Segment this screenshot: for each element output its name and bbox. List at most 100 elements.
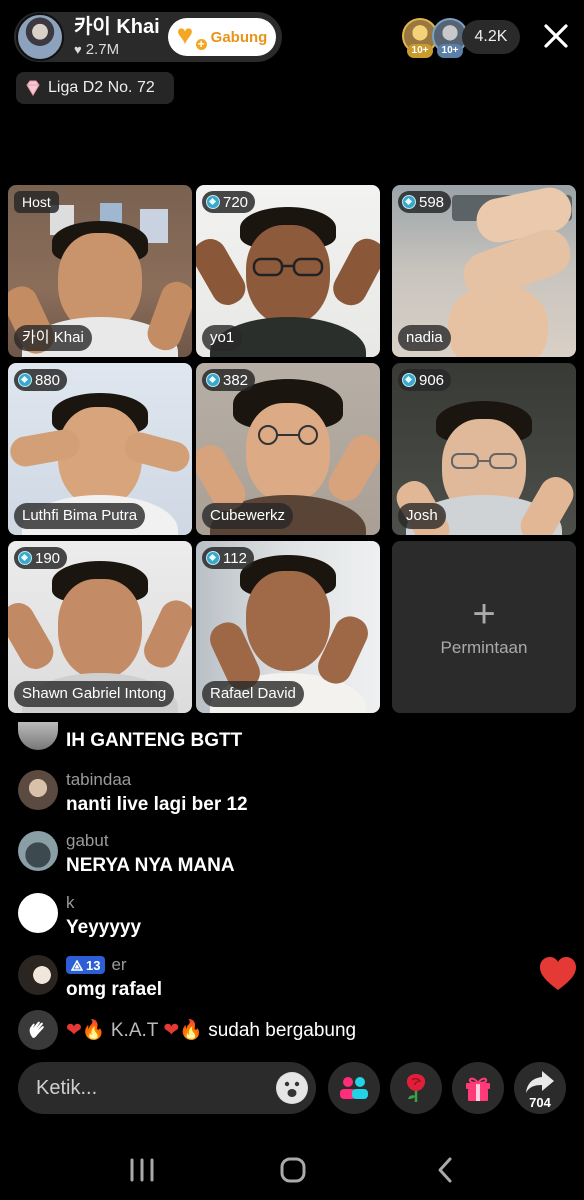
glasses	[252, 257, 324, 277]
tile-name: Cubewerkz	[202, 503, 294, 529]
comment-text: IH GANTENG BGTT	[66, 730, 243, 751]
top-viewers[interactable]: 10+ 10+ 4.2K	[400, 18, 524, 58]
gift-button[interactable]	[452, 1062, 504, 1114]
viewer-count[interactable]: 4.2K	[462, 20, 520, 54]
comment-avatar[interactable]	[18, 831, 58, 871]
gift-count: 598	[419, 193, 445, 211]
guests-button[interactable]	[328, 1062, 380, 1114]
comment-text: nanti live lagi ber 12	[66, 794, 248, 815]
gift-count: 906	[419, 371, 445, 389]
video-tile-guest[interactable]: 382 Cubewerkz	[196, 363, 380, 535]
comment-avatar[interactable]	[18, 893, 58, 933]
league-badge[interactable]: Liga D2 No. 72	[16, 72, 174, 104]
join-message: ❤🔥 K.A.T ❤🔥 sudah bergabung	[66, 1018, 356, 1042]
gem-icon	[206, 195, 220, 209]
people-icon	[340, 1077, 368, 1099]
close-icon[interactable]	[540, 20, 572, 52]
comment-item[interactable]: tabindaa nanti live lagi ber 12	[18, 770, 248, 816]
plus-icon: +	[472, 592, 496, 636]
tile-name: Luthfi Bima Putra	[14, 503, 146, 529]
system-navigation-bar	[0, 1140, 584, 1200]
host-label: Host	[14, 191, 59, 213]
gem-icon	[18, 373, 32, 387]
gift-count: 112	[223, 549, 247, 567]
comment-item[interactable]: 13 er omg rafael	[18, 955, 162, 1001]
gift-count: 382	[223, 371, 249, 389]
comment-text: omg rafael	[66, 979, 163, 1000]
video-tile-host[interactable]: Host 카이 Khai	[8, 185, 192, 357]
comment-item[interactable]: gabut NERYA NYA MANA	[18, 831, 235, 877]
emoji-icon[interactable]	[276, 1072, 308, 1104]
fan-level-badge: 13	[66, 956, 106, 974]
comment-item[interactable]: k Yeyyyyy	[18, 893, 141, 939]
request-slot-button[interactable]: + Permintaan	[392, 541, 576, 713]
recent-apps-icon[interactable]	[124, 1152, 160, 1188]
tile-name: 카이 Khai	[14, 325, 92, 351]
comment-avatar[interactable]	[18, 770, 58, 810]
rose-icon	[406, 1074, 426, 1102]
comment-username[interactable]: tabindaa	[66, 770, 248, 790]
comment-input[interactable]: Ketik...	[18, 1062, 316, 1114]
comment-avatar[interactable]	[18, 722, 58, 750]
comment-user-row[interactable]: 13 er	[66, 955, 162, 975]
gift-badge: 382	[202, 369, 256, 391]
join-button[interactable]: ♥ + Gabung	[168, 18, 276, 56]
home-icon[interactable]	[275, 1152, 311, 1188]
wave-hand-icon	[18, 1010, 58, 1050]
gem-icon	[206, 373, 220, 387]
glasses	[258, 425, 318, 445]
host-likes: ♥ 2.7M	[74, 41, 160, 58]
fire-emoji-icon: 🔥	[81, 1020, 106, 1041]
tile-name: Rafael David	[202, 681, 304, 707]
gem-icon	[402, 373, 416, 387]
share-count: 704	[529, 1095, 551, 1110]
gem-icon	[206, 551, 220, 565]
gift-badge: 880	[14, 369, 68, 391]
host-likes-count: 2.7M	[85, 41, 120, 58]
heart-emoji-icon: ❤	[66, 1020, 82, 1041]
comment-item[interactable]: IH GANTENG BGTT	[18, 722, 242, 752]
video-tile-guest[interactable]: 190 Shawn Gabriel Intong	[8, 541, 192, 713]
comment-username[interactable]: k	[66, 893, 141, 913]
video-tile-guest[interactable]: 906 Josh	[392, 363, 576, 535]
viewer-rank-badge: 10+	[437, 44, 463, 58]
gift-badge: 190	[14, 547, 68, 569]
joined-username[interactable]: K.A.T	[111, 1020, 158, 1041]
host-name: 카이 Khai	[74, 16, 160, 38]
join-action-text: sudah bergabung	[208, 1020, 357, 1041]
comment-username[interactable]: er	[111, 955, 126, 975]
face	[448, 285, 548, 357]
glasses	[451, 453, 517, 469]
like-heart-icon[interactable]	[538, 956, 578, 992]
gift-count: 190	[35, 549, 61, 567]
diamond-icon	[26, 80, 40, 96]
share-button[interactable]: 704	[514, 1062, 566, 1114]
back-icon[interactable]	[428, 1152, 464, 1188]
host-avatar[interactable]	[16, 13, 64, 61]
video-tile-guest[interactable]: 112 Rafael David	[196, 541, 380, 713]
comment-avatar[interactable]	[18, 955, 58, 995]
gift-count: 880	[35, 371, 61, 389]
comment-username[interactable]: gabut	[66, 831, 235, 851]
gift-badge: 720	[202, 191, 256, 213]
heart-emoji-icon: ❤	[163, 1020, 180, 1041]
heart-plus-icon: ♥ +	[177, 20, 209, 52]
triangle-icon	[71, 959, 83, 971]
gift-badge: 112	[202, 547, 254, 569]
fan-level: 13	[86, 957, 101, 973]
video-tile-guest[interactable]: 880 Luthfi Bima Putra	[8, 363, 192, 535]
host-profile-pill[interactable]: 카이 Khai ♥ 2.7M ♥ + Gabung	[14, 12, 282, 62]
share-arrow-icon	[526, 1071, 554, 1093]
join-label: Gabung	[210, 28, 268, 46]
request-label: Permintaan	[440, 638, 528, 657]
gift-badge: 906	[398, 369, 452, 391]
comment-placeholder: Ketik...	[36, 1076, 98, 1099]
host-info: 카이 Khai ♥ 2.7M	[74, 16, 160, 58]
video-tile-guest[interactable]: 598 nadia	[392, 185, 576, 357]
gift-count: 720	[223, 193, 249, 211]
gem-icon	[18, 551, 32, 565]
rose-gift-button[interactable]	[390, 1062, 442, 1114]
video-tile-guest[interactable]: 720 yo1	[196, 185, 380, 357]
gift-badge: 598	[398, 191, 452, 213]
comment-text: Yeyyyyy	[66, 917, 142, 938]
